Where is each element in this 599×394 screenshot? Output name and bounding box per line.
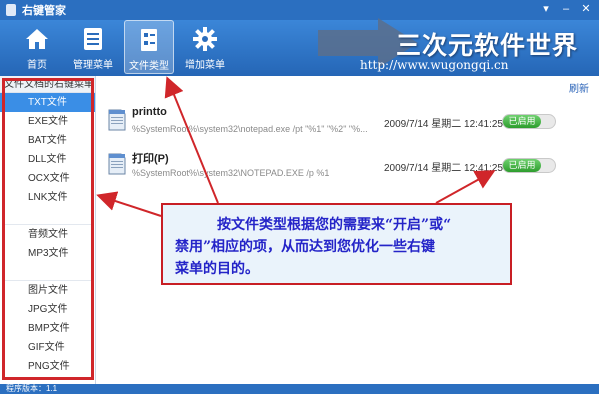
item-date: 2009/7/14 星期二 12:41:25 [384, 119, 503, 130]
toolbar-file-type-button[interactable]: 文件类型 [124, 20, 174, 74]
app-icon [6, 4, 16, 16]
callout-line-2: 禁用”相应的项，从而达到您优化一些右键 [175, 239, 436, 255]
item-command: %SystemRoot%\system32\notepad.exe /pt "%… [132, 124, 368, 134]
enable-toggle[interactable]: 已启用 [502, 158, 556, 173]
toolbar-manage-menu-button[interactable]: 管理菜单 [68, 20, 118, 74]
toolbar-manage-menu-label: 管理菜单 [73, 60, 113, 71]
callout-text: 按文件类型根据您的需要来“开启”或“ 禁用”相应的项，从而达到您优化一些右键 菜… [175, 214, 505, 280]
notepad-file-icon [108, 153, 126, 175]
notepad-file-icon [108, 109, 126, 131]
toolbar-add-menu-label: 增加菜单 [185, 60, 225, 71]
watermark-text: 三次元软件世界 [396, 31, 579, 60]
toolbar-home-button[interactable]: 首页 [12, 20, 62, 74]
status-bar: 程序版本：1.1 [0, 384, 599, 394]
home-icon [26, 29, 48, 49]
list-item[interactable]: printto %SystemRoot%\system32\notepad.ex… [97, 98, 599, 148]
sidebar-highlight-box [2, 78, 94, 380]
item-name: printto [132, 106, 167, 118]
watermark-url: http://www.wugongqi.cn [360, 58, 509, 72]
toolbar-home-label: 首页 [27, 60, 47, 71]
item-name: 打印(P) [132, 153, 169, 165]
refresh-link[interactable]: 刷新 [569, 80, 589, 95]
window-title: 右键管家 [22, 5, 66, 17]
menu-list-icon [84, 28, 102, 50]
toggle-status: 已启用 [503, 115, 541, 128]
item-date: 2009/7/14 星期二 12:41:25 [384, 163, 503, 174]
toolbar-file-type-label: 文件类型 [129, 61, 169, 72]
callout-line-1: 按文件类型根据您的需要来“开启”或“ [217, 217, 452, 233]
toolbar-add-menu-button[interactable]: 增加菜单 [180, 20, 230, 74]
callout-line-3: 菜单的目的。 [175, 261, 259, 277]
watermark: 三次元软件世界 http://www.wugongqi.cn [318, 14, 599, 76]
toggle-status: 已启用 [503, 159, 541, 172]
annotation-callout: 按文件类型根据您的需要来“开启”或“ 禁用”相应的项，从而达到您优化一些右键 菜… [161, 203, 512, 285]
gear-icon [193, 27, 217, 51]
file-type-icon [141, 29, 157, 51]
list-item[interactable]: 打印(P) %SystemRoot%\system32\NOTEPAD.EXE … [97, 142, 599, 192]
enable-toggle[interactable]: 已启用 [502, 114, 556, 129]
item-command: %SystemRoot%\system32\NOTEPAD.EXE /p %1 [132, 168, 330, 178]
